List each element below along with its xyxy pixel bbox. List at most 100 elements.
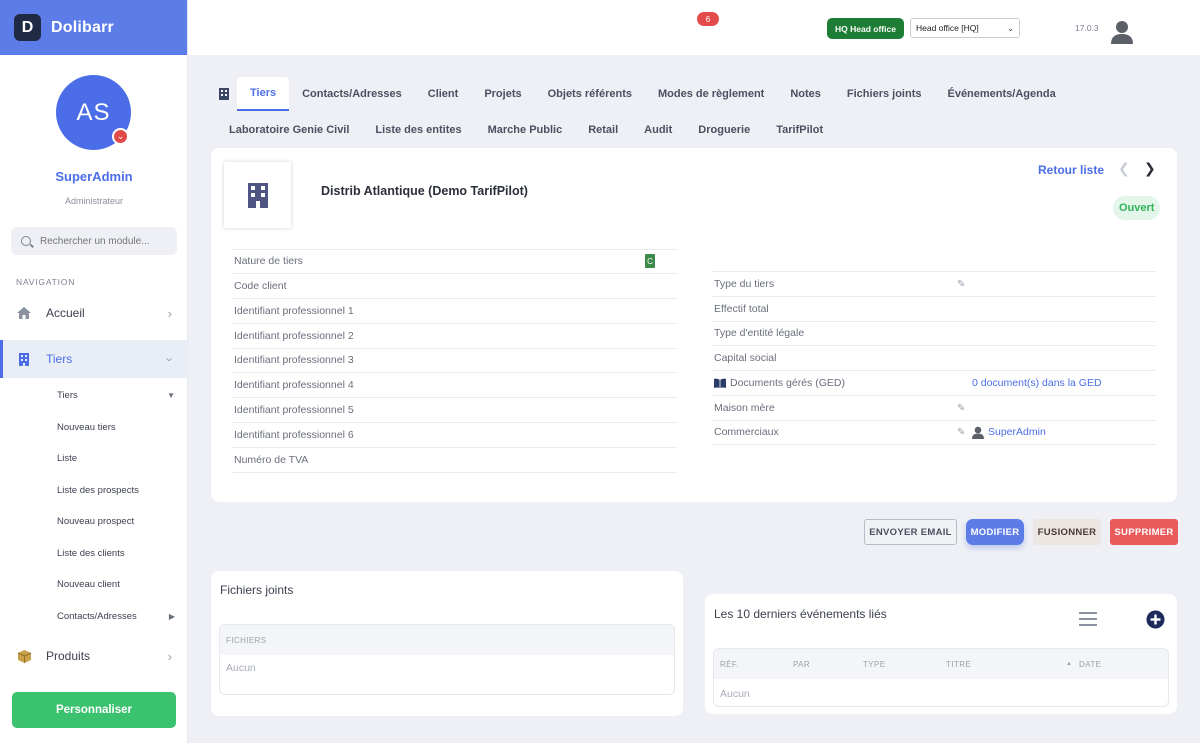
tab-contacts[interactable]: Contacts/Adresses bbox=[289, 77, 415, 111]
files-empty-row: Aucun bbox=[220, 655, 674, 681]
version-label: 17.0.3 bbox=[1075, 23, 1099, 33]
field-idprof1: Identifiant professionnel 1 bbox=[232, 299, 677, 324]
modify-button[interactable]: MODIFIER bbox=[966, 519, 1024, 545]
tab-modes-reglement[interactable]: Modes de règlement bbox=[645, 77, 777, 111]
entity-select[interactable]: Head office [HQ] ⌄ bbox=[910, 18, 1020, 38]
sub-item-nouveau-prospect[interactable]: Nouveau prospect bbox=[57, 516, 134, 527]
field-capital: Capital social bbox=[712, 346, 1156, 371]
ged-documents-link[interactable]: 0 document(s) dans la GED bbox=[972, 377, 1102, 389]
events-column-header[interactable]: RÉF. bbox=[720, 660, 739, 669]
field-label: Nature de tiers bbox=[234, 255, 303, 267]
next-arrow-icon[interactable]: ❯ bbox=[1144, 160, 1156, 177]
events-column-header[interactable]: PAR bbox=[793, 660, 810, 669]
tab-droguerie[interactable]: Droguerie bbox=[685, 113, 763, 147]
sub-item-liste[interactable]: Liste bbox=[57, 453, 77, 464]
tab-liste-entites[interactable]: Liste des entites bbox=[362, 113, 474, 147]
tab-tarifpilot[interactable]: TarifPilot bbox=[763, 113, 836, 147]
field-label: Documents gérés (GED) bbox=[730, 377, 845, 389]
add-event-icon[interactable] bbox=[1146, 610, 1165, 632]
sub-item-liste-clients[interactable]: Liste des clients bbox=[57, 548, 125, 559]
sidebar-item-tiers[interactable]: Tiers › bbox=[0, 340, 188, 378]
tab-evenements[interactable]: Événements/Agenda bbox=[934, 77, 1068, 111]
back-to-list-link[interactable]: Retour liste bbox=[1038, 163, 1104, 177]
entity-select-value: Head office [HQ] bbox=[916, 23, 979, 33]
nav-section-title: NAVIGATION bbox=[16, 277, 76, 287]
tab-tiers[interactable]: Tiers bbox=[237, 77, 290, 111]
tab-building-icon[interactable] bbox=[211, 77, 237, 111]
field-idprof3: Identifiant professionnel 3 bbox=[232, 348, 677, 373]
user-avatar-block[interactable]: AS ⌄ bbox=[56, 75, 131, 150]
field-label: Identifiant professionnel 5 bbox=[234, 404, 354, 416]
sub-item-tiers[interactable]: Tiers bbox=[57, 390, 78, 401]
previous-arrow-icon[interactable]: ❮ bbox=[1118, 160, 1130, 177]
tab-objets-referents[interactable]: Objets référents bbox=[535, 77, 645, 111]
user-dropdown-icon[interactable]: ⌄ bbox=[112, 128, 129, 145]
field-label: Identifiant professionnel 6 bbox=[234, 429, 354, 441]
tab-marche-public[interactable]: Marche Public bbox=[475, 113, 576, 147]
sub-item-nouveau-tiers[interactable]: Nouveau tiers bbox=[57, 422, 116, 433]
sidebar: D Dolibarr AS ⌄ SuperAdmin Administrateu… bbox=[0, 0, 188, 743]
edit-pencil-icon[interactable]: ✎ bbox=[957, 279, 965, 290]
module-search[interactable] bbox=[11, 227, 177, 255]
edit-pencil-icon[interactable]: ✎ bbox=[957, 403, 965, 414]
files-card-title: Fichiers joints bbox=[220, 583, 294, 597]
caret-down-icon[interactable]: ▼ bbox=[167, 391, 175, 400]
edit-pencil-icon[interactable]: ✎ bbox=[957, 427, 965, 438]
field-code-client: Code client bbox=[232, 274, 677, 299]
field-maison-mere: Maison mère ✎ bbox=[712, 396, 1156, 421]
list-view-icon[interactable] bbox=[1079, 612, 1097, 629]
sales-rep-link[interactable]: SuperAdmin bbox=[972, 426, 1046, 439]
delete-button[interactable]: SUPPRIMER bbox=[1110, 519, 1178, 545]
sidebar-item-label: Tiers bbox=[46, 352, 73, 366]
tab-retail[interactable]: Retail bbox=[575, 113, 631, 147]
entity-badge: HQ Head office bbox=[827, 18, 904, 39]
company-thumbnail[interactable] bbox=[224, 162, 291, 228]
tab-fichiers-joints[interactable]: Fichiers joints bbox=[834, 77, 935, 111]
field-label: Identifiant professionnel 3 bbox=[234, 354, 354, 366]
field-label: Maison mère bbox=[714, 402, 775, 414]
events-column-header[interactable]: DATE bbox=[1079, 660, 1101, 669]
topbar bbox=[188, 0, 1200, 55]
sub-item-nouveau-client[interactable]: Nouveau client bbox=[57, 579, 120, 590]
customer-type-badge: C bbox=[645, 254, 655, 268]
events-column-header[interactable]: TYPE bbox=[863, 660, 886, 669]
events-empty-row: Aucun bbox=[714, 679, 1168, 706]
module-search-input[interactable] bbox=[40, 235, 170, 247]
field-label: Identifiant professionnel 1 bbox=[234, 305, 354, 317]
chevron-right-icon: › bbox=[167, 305, 172, 321]
field-label: Code client bbox=[234, 280, 287, 292]
brand-header[interactable]: D Dolibarr bbox=[0, 0, 187, 55]
field-label: Commerciaux bbox=[714, 426, 779, 438]
sub-item-liste-prospects[interactable]: Liste des prospects bbox=[57, 485, 139, 496]
sort-asc-icon[interactable]: ▲ bbox=[1066, 661, 1072, 667]
notification-badge[interactable]: 6 bbox=[697, 12, 719, 26]
search-icon bbox=[21, 236, 31, 246]
tab-projets[interactable]: Projets bbox=[471, 77, 534, 111]
field-label: Numéro de TVA bbox=[234, 454, 309, 466]
field-idprof4: Identifiant professionnel 4 bbox=[232, 373, 677, 398]
field-tva: Numéro de TVA bbox=[232, 448, 677, 473]
tab-laboratoire[interactable]: Laboratoire Genie Civil bbox=[216, 113, 362, 147]
field-idprof6: Identifiant professionnel 6 bbox=[232, 423, 677, 448]
sidebar-item-produits[interactable]: Produits › bbox=[0, 637, 188, 675]
user-name[interactable]: SuperAdmin bbox=[0, 169, 188, 184]
user-menu-icon[interactable] bbox=[1111, 20, 1133, 44]
building-icon bbox=[247, 183, 268, 208]
sidebar-item-accueil[interactable]: Accueil › bbox=[0, 294, 188, 332]
events-column-header[interactable]: TITRE bbox=[946, 660, 971, 669]
chevron-right-icon: › bbox=[167, 648, 172, 664]
send-email-button[interactable]: ENVOYER EMAIL bbox=[864, 519, 957, 545]
tab-notes[interactable]: Notes bbox=[777, 77, 834, 111]
sub-item-contacts[interactable]: Contacts/Adresses bbox=[57, 611, 137, 622]
personalize-button[interactable]: Personnaliser bbox=[12, 692, 176, 728]
field-idprof2: Identifiant professionnel 2 bbox=[232, 324, 677, 349]
tabs-row-2: Laboratoire Genie Civil Liste des entite… bbox=[216, 113, 836, 147]
book-icon bbox=[714, 378, 726, 388]
tab-client[interactable]: Client bbox=[415, 77, 472, 111]
caret-right-icon[interactable]: ▶ bbox=[169, 612, 175, 621]
chevron-down-icon: ⌄ bbox=[1007, 23, 1014, 33]
events-table: RÉF. PAR TYPE TITRE ▲ DATE Aucun bbox=[713, 648, 1169, 707]
field-label: Type d'entité légale bbox=[714, 327, 805, 339]
merge-button[interactable]: FUSIONNER bbox=[1033, 519, 1101, 545]
tab-audit[interactable]: Audit bbox=[631, 113, 685, 147]
